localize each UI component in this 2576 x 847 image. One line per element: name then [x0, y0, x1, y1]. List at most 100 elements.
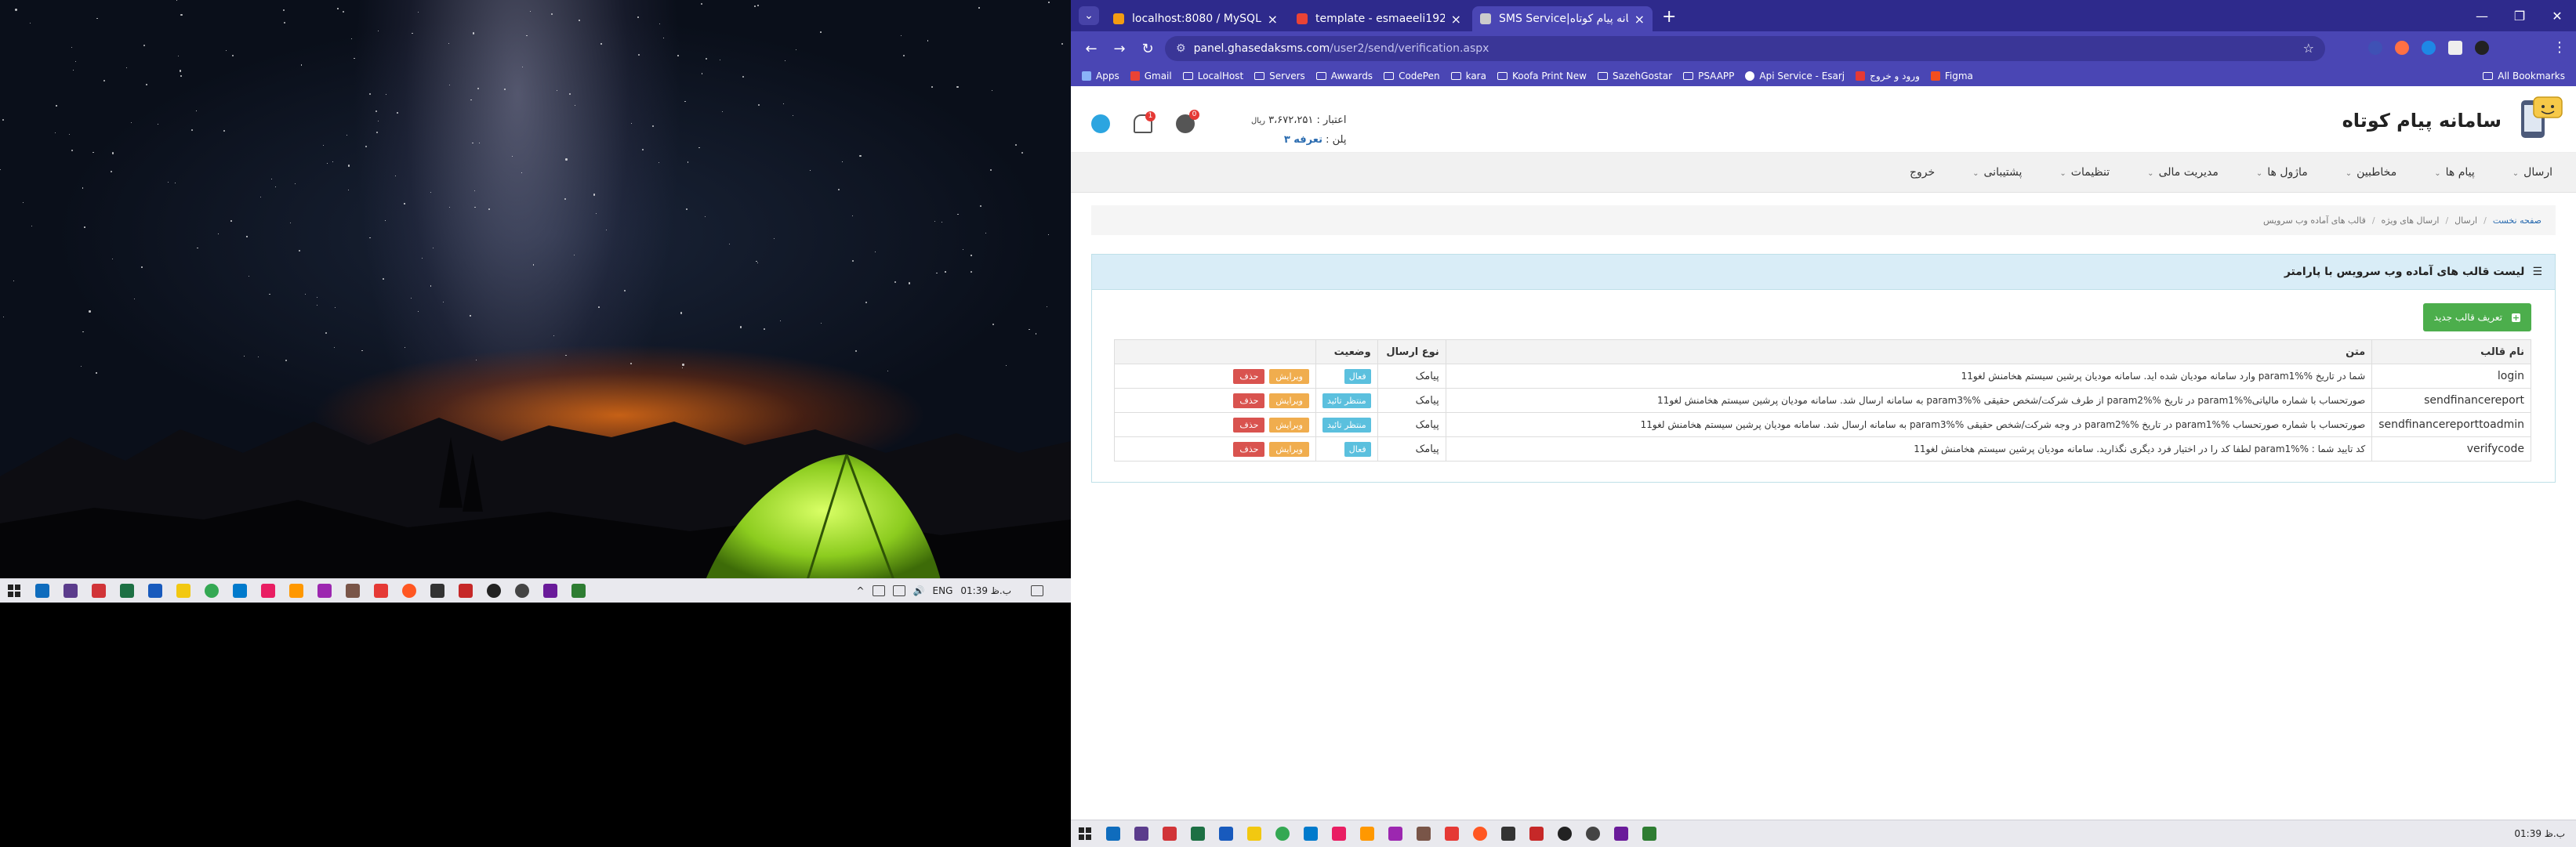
folder-icon[interactable] [1247, 827, 1261, 841]
app-icon[interactable] [1642, 827, 1656, 841]
chevron-up-icon[interactable]: ^ [857, 585, 865, 596]
app-icon[interactable] [346, 584, 360, 598]
volume-icon[interactable]: 🔊 [913, 585, 925, 596]
app-icon[interactable] [1388, 827, 1402, 841]
app-icon[interactable] [92, 584, 106, 598]
extension-icon[interactable] [2368, 41, 2382, 55]
add-template-button[interactable]: + تعریف قالب جدید [2422, 303, 2531, 331]
extension-icon[interactable] [2395, 41, 2409, 55]
app-icon[interactable] [1332, 827, 1346, 841]
puzzle-icon[interactable] [2448, 41, 2462, 55]
app-icon[interactable] [1445, 827, 1459, 841]
site-logo[interactable] [2520, 94, 2563, 141]
app-icon[interactable] [571, 584, 586, 598]
windows-start-icon[interactable] [8, 585, 20, 597]
edit-button[interactable]: ویرایش [1269, 393, 1309, 408]
bookmark-folder[interactable]: LocalHost [1182, 71, 1243, 81]
app-icon[interactable] [402, 584, 416, 598]
breadcrumb-item[interactable]: ارسال های ویژه [2382, 215, 2440, 226]
network-icon[interactable] [872, 585, 885, 596]
app-icon[interactable] [1163, 827, 1177, 841]
app-icon[interactable] [289, 584, 303, 598]
bookmark-api[interactable]: Api Service - Esarj [1745, 71, 1845, 81]
edit-button[interactable]: ویرایش [1269, 417, 1309, 433]
app-icon[interactable] [1360, 827, 1374, 841]
new-tab-button[interactable]: + [1662, 7, 1676, 27]
telegram-icon[interactable] [1091, 114, 1110, 133]
bookmark-gmail[interactable]: Gmail [1130, 71, 1172, 81]
excel-icon[interactable] [120, 584, 134, 598]
profile-avatar-icon[interactable] [2475, 41, 2489, 55]
windows-start-icon[interactable] [1079, 827, 1091, 840]
nav-logout[interactable]: خروج [1910, 166, 1935, 179]
app-icon[interactable] [1417, 827, 1431, 841]
chrome-icon[interactable] [205, 584, 219, 598]
tab-gmail[interactable]: template - esmaeeli1923@gm × [1289, 6, 1469, 31]
maximize-icon[interactable]: ❐ [2501, 9, 2538, 24]
close-icon[interactable]: × [1634, 12, 1645, 27]
bell-icon[interactable]: 1 [1134, 111, 1156, 133]
breadcrumb-item[interactable]: ارسال [2454, 215, 2477, 226]
word-icon[interactable] [1219, 827, 1233, 841]
nav-send[interactable]: ارسال⌄ [2513, 166, 2552, 179]
bookmark-folder[interactable]: Awwards [1315, 71, 1373, 81]
address-bar[interactable]: ⚙ panel.ghasedaksms.com/user2/send/verif… [1165, 36, 2325, 61]
app-icon[interactable] [261, 584, 275, 598]
delete-button[interactable]: حذف [1233, 417, 1265, 433]
close-icon[interactable]: × [1268, 12, 1278, 27]
bookmark-folder[interactable]: kara [1450, 71, 1486, 81]
app-icon[interactable] [430, 584, 444, 598]
notification-icon[interactable] [1031, 585, 1043, 596]
vscode-icon[interactable] [1304, 827, 1318, 841]
app-icon[interactable] [487, 584, 501, 598]
edit-button[interactable]: ویرایش [1269, 441, 1309, 457]
bookmark-attendance[interactable]: ورود و خروج [1856, 71, 1920, 81]
breadcrumb-home[interactable]: صفحه نخست [2493, 215, 2542, 226]
bookmark-folder[interactable]: SazehGostar [1597, 71, 1672, 81]
language-indicator[interactable]: ENG [933, 585, 953, 596]
app-icon[interactable] [63, 584, 78, 598]
bookmark-folder[interactable]: CodePen [1384, 71, 1440, 81]
nav-settings[interactable]: تنظیمات⌄ [2059, 166, 2110, 179]
edge-icon[interactable] [35, 584, 49, 598]
edit-button[interactable]: ویرایش [1269, 368, 1309, 384]
pdf-icon[interactable] [459, 584, 473, 598]
pdf-icon[interactable] [1529, 827, 1544, 841]
url-text[interactable]: panel.ghasedaksms.com/user2/send/verific… [1194, 42, 1489, 55]
app-icon[interactable] [1558, 827, 1572, 841]
bookmark-star-icon[interactable]: ☆ [2303, 41, 2314, 56]
app-icon[interactable] [1614, 827, 1628, 841]
word-icon[interactable] [148, 584, 162, 598]
minimize-icon[interactable]: — [2463, 9, 2501, 24]
app-icon[interactable] [515, 584, 529, 598]
delete-button[interactable]: حذف [1233, 393, 1265, 408]
app-icon[interactable] [317, 584, 332, 598]
back-icon[interactable]: ← [1077, 41, 1105, 57]
excel-icon[interactable] [1191, 827, 1205, 841]
app-icon[interactable] [1501, 827, 1515, 841]
tab-search-icon[interactable]: ⌄ [1079, 6, 1099, 25]
menu-dots-icon[interactable]: ⋮ [2552, 39, 2567, 56]
extension-icon[interactable] [2422, 41, 2436, 55]
chrome-icon[interactable] [1275, 827, 1290, 841]
bookmark-apps[interactable]: Apps [1082, 71, 1119, 81]
tab-sms-service[interactable]: SMS Service|سامانه پیام کوتاه × [1472, 6, 1653, 31]
nav-finance[interactable]: مدیریت مالی⌄ [2147, 166, 2219, 179]
app-icon[interactable] [1586, 827, 1600, 841]
nav-messages[interactable]: پیام ها⌄ [2434, 166, 2475, 179]
clock[interactable]: 01:39 ب.ظ [960, 585, 1011, 596]
reload-icon[interactable]: ↻ [1134, 41, 1162, 57]
tab-phpmyadmin[interactable]: localhost:8080 / MySQL | phpM × [1105, 6, 1286, 31]
folder-icon[interactable] [176, 584, 190, 598]
edge-icon[interactable] [1106, 827, 1120, 841]
bookmark-figma[interactable]: Figma [1930, 71, 1973, 81]
clock[interactable]: 01:39 ب.ظ [2514, 828, 2565, 839]
support-icon[interactable]: 0 [1176, 110, 1199, 133]
forward-icon[interactable]: → [1105, 41, 1134, 57]
bookmark-folder[interactable]: PSAAPP [1683, 71, 1734, 81]
close-window-icon[interactable]: ✕ [2538, 9, 2576, 24]
plan-value[interactable]: تعرفه ۳ [1284, 134, 1322, 146]
nav-contacts[interactable]: مخاطبین⌄ [2346, 166, 2396, 179]
all-bookmarks[interactable]: All Bookmarks [2483, 66, 2565, 86]
nav-modules[interactable]: ماژول ها⌄ [2256, 166, 2308, 179]
